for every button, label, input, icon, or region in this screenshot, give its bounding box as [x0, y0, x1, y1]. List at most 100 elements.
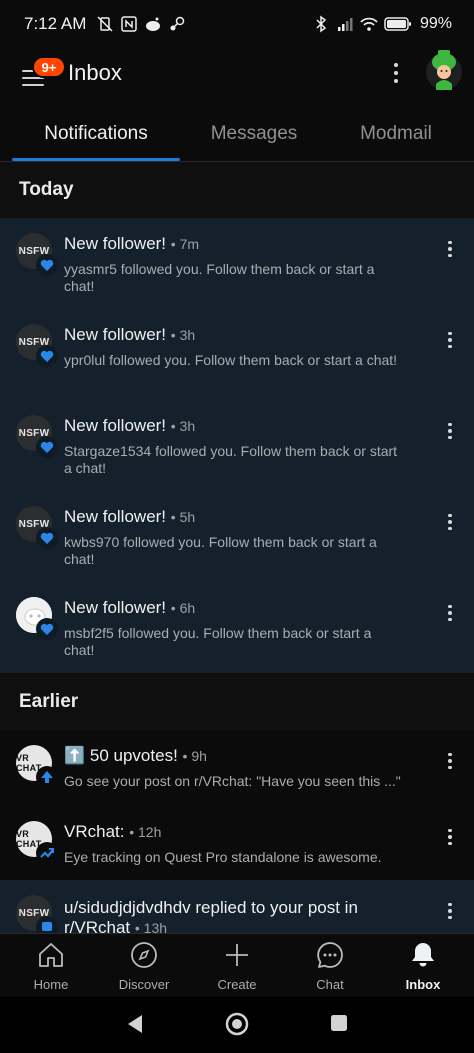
- status-time: 7:12 AM: [24, 14, 87, 33]
- status-bar: 7:12 AM 99%: [0, 0, 474, 48]
- bottom-navigation: Home Discover Create Chat Inbox: [0, 933, 474, 997]
- heart-icon: [36, 618, 58, 640]
- back-icon[interactable]: [124, 1012, 146, 1036]
- notification-title: u/sidudjdjdvdhdv replied to your post in: [64, 898, 358, 918]
- compass-icon: [131, 942, 157, 968]
- timestamp: • 13h: [134, 920, 168, 933]
- nav-label: Discover: [118, 977, 170, 992]
- notification-title: New follower! • 5h: [64, 507, 195, 527]
- nav-label: Inbox: [405, 977, 441, 992]
- notification-item[interactable]: NSFW New follower! • 3h Stargaze1534 fol…: [0, 400, 474, 491]
- nav-chat[interactable]: Chat: [285, 934, 375, 998]
- timestamp: • 3h: [170, 327, 196, 343]
- menu-button[interactable]: 9+: [18, 56, 66, 96]
- bluetooth-icon: [316, 15, 327, 33]
- nav-discover[interactable]: Discover: [99, 934, 189, 998]
- title-text: ⬆️ 50 upvotes!: [64, 746, 178, 765]
- comment-icon: [36, 916, 58, 933]
- section-header-today: Today: [0, 162, 474, 218]
- heart-icon: [36, 436, 58, 458]
- nfc-icon: [121, 16, 138, 32]
- more-options-icon[interactable]: [440, 238, 460, 260]
- header-overflow-icon[interactable]: [384, 58, 408, 88]
- notification-item[interactable]: VR CHAT VRchat: • 12h Eye tracking on Qu…: [0, 806, 474, 880]
- bell-icon: [412, 943, 434, 967]
- notification-body: ypr0lul followed you. Follow them back o…: [64, 352, 398, 368]
- reddit-notif-icon: [146, 17, 161, 31]
- more-options-icon[interactable]: [440, 511, 460, 533]
- notification-title: ⬆️ 50 upvotes! • 9h: [64, 746, 207, 766]
- notification-title: New follower! • 3h: [64, 325, 195, 345]
- timestamp: • 12h: [129, 824, 162, 840]
- more-options-icon[interactable]: [440, 900, 460, 922]
- notification-item[interactable]: VR CHAT ⬆️ 50 upvotes! • 9h Go see your …: [0, 730, 474, 806]
- plus-icon: [226, 944, 248, 966]
- timestamp: • 6h: [170, 600, 196, 616]
- notification-item[interactable]: NSFW u/sidudjdjdvdhdv replied to your po…: [0, 880, 474, 933]
- timestamp: • 5h: [170, 509, 196, 525]
- battery-icon: [384, 17, 411, 31]
- battery-percent: 99%: [419, 15, 452, 32]
- more-options-icon[interactable]: [440, 602, 460, 624]
- title-text: New follower!: [64, 234, 167, 253]
- signal-icon: [337, 18, 353, 31]
- more-options-icon[interactable]: [440, 750, 460, 772]
- nav-home[interactable]: Home: [6, 934, 96, 998]
- inbox-tabs: Notifications Messages Modmail: [0, 106, 474, 162]
- heart-icon: [36, 527, 58, 549]
- notification-title: New follower! • 6h: [64, 598, 195, 618]
- notification-title-line2: r/VRchat • 13h: [64, 918, 167, 933]
- active-tab-indicator: [12, 158, 180, 161]
- notification-item[interactable]: New follower! • 6h msbf2f5 followed you.…: [0, 582, 474, 673]
- nav-label: Create: [217, 977, 257, 992]
- notification-body: Stargaze1534 followed you. Follow them b…: [64, 443, 398, 476]
- heart-icon: [36, 345, 58, 367]
- nav-create[interactable]: Create: [192, 934, 282, 998]
- upvote-icon: [36, 766, 58, 788]
- trending-icon: [36, 842, 58, 864]
- recents-icon[interactable]: [329, 1013, 349, 1033]
- user-avatar[interactable]: [424, 48, 464, 92]
- timestamp: • 7m: [170, 236, 200, 252]
- notification-title: New follower! • 3h: [64, 416, 195, 436]
- more-options-icon[interactable]: [440, 329, 460, 351]
- section-header-earlier: Earlier: [0, 674, 474, 730]
- home-icon: [39, 943, 63, 967]
- home-button-icon[interactable]: [225, 1012, 249, 1036]
- vibrate-off-icon: [97, 16, 113, 32]
- notification-badge: 9+: [32, 56, 66, 78]
- title-text: New follower!: [64, 325, 167, 344]
- notification-body: yyasmr5 followed you. Follow them back o…: [64, 261, 375, 294]
- heart-icon: [36, 254, 58, 276]
- nav-inbox[interactable]: Inbox: [378, 934, 468, 998]
- notification-item[interactable]: NSFW New follower! • 3h ypr0lul followed…: [0, 309, 474, 400]
- wifi-icon: [360, 17, 378, 31]
- notification-body: Eye tracking on Quest Pro standalone is …: [64, 849, 382, 865]
- more-options-icon[interactable]: [440, 826, 460, 848]
- title-text: New follower!: [64, 416, 167, 435]
- notification-body: Go see your post on r/VRchat: "Have you …: [64, 773, 401, 789]
- page-title: Inbox: [68, 60, 122, 85]
- timestamp: • 3h: [170, 418, 196, 434]
- timestamp: • 9h: [182, 748, 207, 764]
- notification-body: msbf2f5 followed you. Follow them back o…: [64, 625, 372, 658]
- title-text: VRchat:: [64, 822, 125, 841]
- title-text: u/sidudjdjdvdhdv replied to your post in: [64, 898, 358, 917]
- notification-title: VRchat: • 12h: [64, 822, 161, 842]
- tab-modmail[interactable]: Modmail: [330, 106, 462, 162]
- app-header: 9+ Inbox: [0, 48, 474, 106]
- steam-icon: [170, 16, 185, 31]
- title-text: New follower!: [64, 598, 167, 617]
- notification-item[interactable]: NSFW New follower! • 5h kwbs970 followed…: [0, 491, 474, 582]
- chat-icon: [317, 942, 343, 968]
- notification-body: kwbs970 followed you. Follow them back o…: [64, 534, 377, 567]
- subreddit-text: r/VRchat: [64, 918, 131, 933]
- notification-title: New follower! • 7m: [64, 234, 199, 254]
- notification-item[interactable]: NSFW New follower! • 7m yyasmr5 followed…: [0, 218, 474, 309]
- tab-notifications[interactable]: Notifications: [12, 106, 180, 162]
- more-options-icon[interactable]: [440, 420, 460, 442]
- nav-label: Home: [33, 977, 69, 992]
- system-navigation-bar: [0, 997, 474, 1053]
- tab-messages[interactable]: Messages: [180, 106, 328, 162]
- title-text: New follower!: [64, 507, 167, 526]
